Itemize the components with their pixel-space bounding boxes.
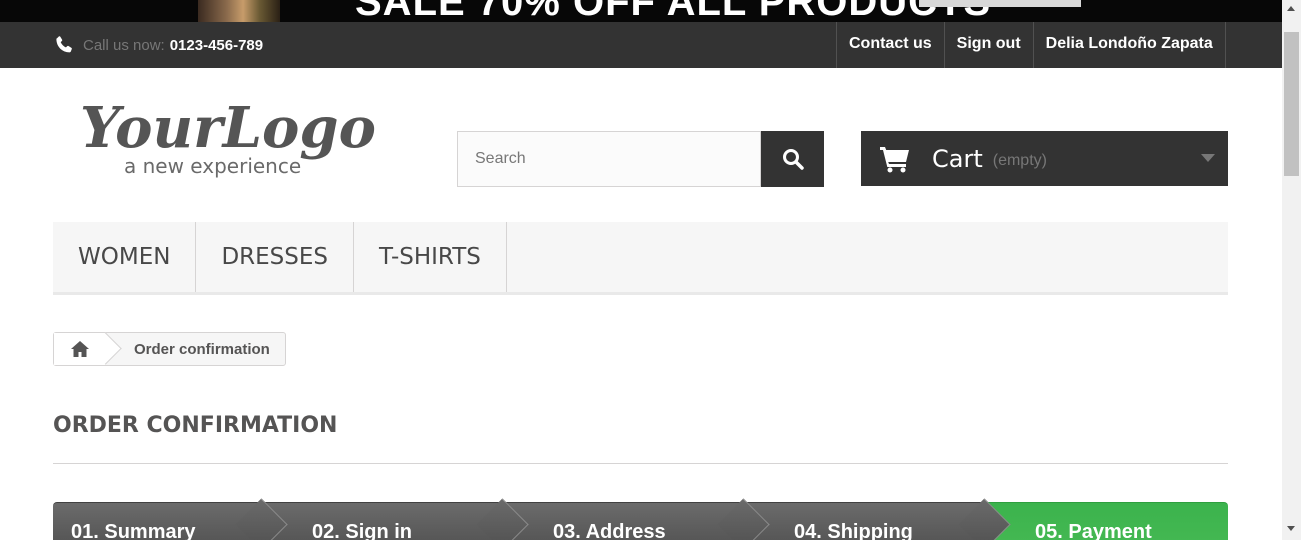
banner-model-image (198, 0, 280, 22)
contact-us-link[interactable]: Contact us (837, 22, 945, 68)
banner-shop-button[interactable] (919, 0, 1081, 7)
step-address[interactable]: 03. Address (505, 502, 746, 540)
chevron-down-icon[interactable] (1201, 154, 1215, 162)
breadcrumb: Order confirmation (53, 332, 286, 366)
nav-links: Contact us Sign out Delia Londoño Zapata (836, 22, 1226, 68)
cart-label: Cart (932, 144, 983, 173)
step-shipping[interactable]: 04. Shipping (746, 502, 987, 540)
order-steps: 01. Summary 02. Sign in 03. Address 04. … (53, 502, 1228, 540)
page-scrollbar[interactable] (1282, 0, 1301, 540)
logo-main-text: YourLogo (80, 95, 376, 161)
phone-label: Call us now: (83, 36, 165, 54)
cart-button[interactable]: Cart (empty) (861, 131, 1228, 186)
banner-text: SALE 70% OFF ALL PRODUCTS (355, 0, 992, 22)
page-title: ORDER CONFIRMATION (53, 413, 338, 438)
cart-icon (880, 146, 909, 172)
menu-item-t-shirts[interactable]: T-SHIRTS (354, 222, 507, 292)
search-bar (457, 131, 824, 187)
breadcrumb-current: Order confirmation (134, 340, 270, 358)
site-logo[interactable]: YourLogo a new experience (80, 92, 380, 182)
category-menu: WOMEN DRESSES T-SHIRTS (53, 222, 1228, 295)
search-icon (782, 149, 804, 170)
title-divider (53, 463, 1228, 464)
menu-item-women[interactable]: WOMEN (53, 222, 197, 292)
step-summary[interactable]: 01. Summary (53, 502, 264, 540)
breadcrumb-home-link[interactable] (54, 333, 106, 365)
menu-item-dresses[interactable]: DRESSES (196, 222, 354, 292)
search-button[interactable] (761, 131, 824, 187)
step-payment[interactable]: 05. Payment (987, 502, 1228, 540)
scroll-thumb[interactable] (1284, 32, 1299, 176)
phone-icon (56, 36, 72, 53)
account-link[interactable]: Delia Londoño Zapata (1034, 22, 1226, 68)
phone-number: 0123-456-789 (169, 36, 264, 54)
scroll-down-arrow-icon[interactable] (1287, 526, 1295, 531)
search-input[interactable] (457, 131, 761, 187)
logo-tagline: a new experience (124, 154, 301, 178)
sign-out-link[interactable]: Sign out (945, 22, 1034, 68)
promo-banner[interactable]: SALE 70% OFF ALL PRODUCTS (0, 0, 1282, 22)
phone-contact: Call us now: 0123-456-789 (53, 31, 263, 59)
top-nav-bar: Call us now: 0123-456-789 Contact us Sig… (0, 22, 1282, 68)
step-sign-in[interactable]: 02. Sign in (264, 502, 505, 540)
scroll-up-arrow-icon[interactable] (1287, 6, 1295, 11)
cart-quantity: (empty) (992, 151, 1047, 169)
home-icon (71, 341, 89, 357)
